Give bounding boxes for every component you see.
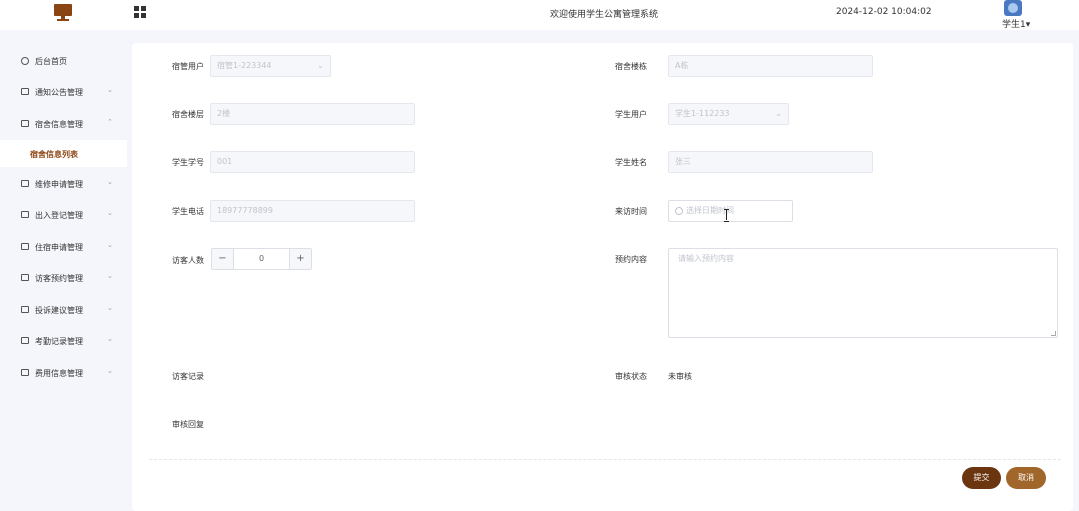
student-id-field[interactable]: 001: [210, 151, 415, 173]
calendar-icon: [21, 211, 29, 218]
visitor-count-stepper[interactable]: − 0 +: [211, 248, 312, 270]
visit-time-picker[interactable]: 选择日期时间: [668, 200, 793, 222]
calendar-icon: [21, 243, 29, 250]
chevron-down-icon: ⌄: [107, 241, 113, 249]
dorm-building-field[interactable]: A栋: [668, 55, 873, 77]
dorm-building-label: 宿舍楼栋: [615, 62, 647, 71]
student-id-value: 001: [217, 157, 233, 166]
sidebar-item-repairs[interactable]: 维修申请管理 ⌄: [0, 169, 127, 199]
sidebar-item-notices[interactable]: 通知公告管理 ⌄: [0, 77, 127, 107]
dorm-floor-label: 宿舍楼层: [172, 110, 204, 119]
dorm-user-label: 宿管用户: [172, 62, 204, 71]
chevron-down-icon: ⌄: [107, 272, 113, 280]
sidebar-subitem-label: 宿舍信息列表: [30, 150, 78, 159]
calendar-icon: [21, 306, 29, 313]
student-name-value: 张三: [675, 157, 691, 166]
sidebar-item-entry-exit[interactable]: 出入登记管理 ⌄: [0, 200, 127, 230]
calendar-icon: [21, 337, 29, 344]
decrement-button[interactable]: −: [212, 249, 234, 269]
chevron-down-icon: ⌄: [107, 86, 113, 94]
form-divider: [149, 459, 1061, 460]
chevron-down-icon: ⌄: [775, 109, 782, 118]
sidebar-item-label: 通知公告管理: [35, 88, 83, 97]
clock-icon: [675, 207, 683, 215]
sidebar-item-label: 考勤记录管理: [35, 337, 83, 346]
chevron-down-icon: ⌄: [107, 304, 113, 312]
appointment-content-label: 预约内容: [615, 255, 647, 264]
text-cursor-icon: [724, 209, 729, 222]
student-phone-value: 18977778899: [217, 206, 273, 215]
main-area: 宿管用户 宿管1-223344 ⌄ 宿舍楼栋 A栋 宿舍楼层 2楼 学生用户 学…: [127, 30, 1079, 511]
sidebar-item-label: 后台首页: [35, 57, 67, 66]
chevron-up-icon: ⌃: [107, 118, 113, 126]
student-phone-label: 学生电话: [172, 207, 204, 216]
chevron-down-icon: ⌄: [317, 61, 324, 70]
chevron-down-icon: ⌄: [107, 209, 113, 217]
visitor-count-label: 访客人数: [172, 256, 204, 265]
dorm-user-value: 宿管1-223344: [217, 61, 272, 70]
sidebar-item-attendance[interactable]: 考勤记录管理 ⌄: [0, 326, 127, 356]
review-reply-label: 审核回复: [172, 420, 204, 429]
review-status-value: 未审核: [668, 372, 692, 381]
dorm-building-value: A栋: [675, 61, 689, 70]
appointment-content-textarea[interactable]: 请输入预约内容: [668, 248, 1058, 338]
visit-record-label: 访客记录: [172, 372, 204, 381]
sidebar: 后台首页 通知公告管理 ⌄ 宿舍信息管理 ⌃ 宿舍信息列表 维修申请管理 ⌄ 出…: [0, 30, 127, 511]
calendar-icon: [21, 274, 29, 281]
student-name-label: 学生姓名: [615, 158, 647, 167]
student-user-value: 学生1-112233: [675, 109, 730, 118]
sidebar-item-label: 投诉建议管理: [35, 306, 83, 315]
sidebar-item-dorm-info[interactable]: 宿舍信息管理 ⌃: [0, 109, 127, 139]
calendar-icon: [21, 369, 29, 376]
monitor-icon: [54, 4, 72, 21]
app-title: 欢迎使用学生公寓管理系统: [550, 10, 659, 20]
increment-button[interactable]: +: [289, 249, 311, 269]
sidebar-item-accommodation[interactable]: 住宿申请管理 ⌄: [0, 232, 127, 262]
sidebar-item-label: 维修申请管理: [35, 180, 83, 189]
chevron-down-icon: ⌄: [107, 367, 113, 375]
sidebar-item-label: 住宿申请管理: [35, 243, 83, 252]
user-avatar[interactable]: [1004, 0, 1022, 16]
resize-handle-icon[interactable]: [1051, 331, 1056, 336]
dorm-user-select[interactable]: 宿管1-223344 ⌄: [210, 55, 331, 77]
sidebar-subitem-dorm-list[interactable]: 宿舍信息列表: [0, 140, 127, 167]
calendar-icon: [21, 180, 29, 187]
sidebar-item-label: 访客预约管理: [35, 274, 83, 283]
cancel-button[interactable]: 取消: [1006, 467, 1046, 489]
visitor-count-value[interactable]: 0: [234, 249, 289, 269]
chevron-down-icon: ⌄: [107, 335, 113, 343]
dorm-floor-field[interactable]: 2楼: [210, 103, 415, 125]
calendar-icon: [21, 88, 29, 95]
sidebar-item-label: 费用信息管理: [35, 369, 83, 378]
top-header: 欢迎使用学生公寓管理系统 2024-12-02 10:04:02 学生1▾: [0, 0, 1079, 30]
submit-button[interactable]: 提交: [962, 467, 1001, 489]
sidebar-item-label: 出入登记管理: [35, 211, 83, 220]
student-id-label: 学生学号: [172, 158, 204, 167]
sidebar-item-label: 宿舍信息管理: [35, 120, 83, 129]
student-user-select[interactable]: 学生1-112233 ⌄: [668, 103, 789, 125]
sidebar-item-fees[interactable]: 费用信息管理 ⌄: [0, 358, 127, 388]
clock-icon: [21, 57, 29, 65]
student-name-field[interactable]: 张三: [668, 151, 873, 173]
review-status-label: 审核状态: [615, 372, 647, 381]
visit-time-label: 来访时间: [615, 207, 647, 216]
student-phone-field[interactable]: 18977778899: [210, 200, 415, 222]
calendar-icon: [21, 120, 29, 127]
chevron-down-icon: ⌄: [107, 178, 113, 186]
chevron-down-icon: ▾: [1025, 20, 1031, 30]
appointment-content-placeholder: 请输入预约内容: [678, 254, 734, 263]
user-name: 学生1: [1002, 20, 1026, 30]
user-menu[interactable]: 学生1▾: [1002, 17, 1030, 30]
sidebar-item-complaints[interactable]: 投诉建议管理 ⌄: [0, 295, 127, 325]
sidebar-item-dashboard[interactable]: 后台首页: [0, 46, 127, 76]
sidebar-item-visitors[interactable]: 访客预约管理 ⌄: [0, 263, 127, 293]
dorm-floor-value: 2楼: [217, 109, 231, 118]
current-datetime: 2024-12-02 10:04:02: [836, 7, 932, 17]
grid-icon[interactable]: [134, 6, 146, 18]
form-card: 宿管用户 宿管1-223344 ⌄ 宿舍楼栋 A栋 宿舍楼层 2楼 学生用户 学…: [132, 43, 1073, 511]
student-user-label: 学生用户: [615, 110, 647, 119]
